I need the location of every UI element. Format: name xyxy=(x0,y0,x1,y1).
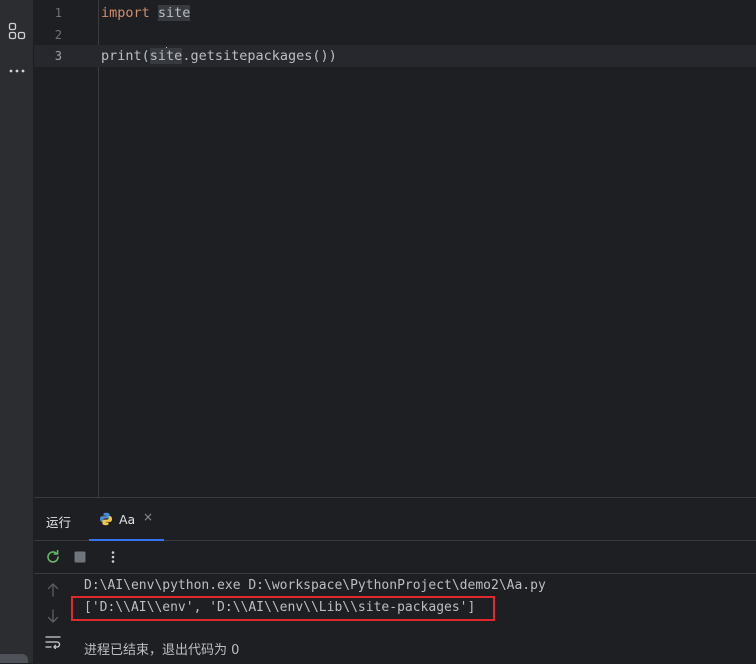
run-tabbar: 运行 Aa × xyxy=(34,498,756,541)
vertical-more-icon xyxy=(111,551,115,563)
method-call: .getsitepackages()) xyxy=(182,48,337,64)
print-call: print( xyxy=(101,48,150,64)
arrow-up-icon xyxy=(47,583,59,597)
run-panel-title: 运行 xyxy=(46,515,72,530)
bottom-tool-button[interactable] xyxy=(0,654,28,663)
rerun-button[interactable] xyxy=(44,548,62,566)
more-options-button[interactable] xyxy=(104,548,122,566)
close-icon[interactable]: × xyxy=(143,510,153,524)
code-text: import site xyxy=(101,2,191,24)
more-icon[interactable] xyxy=(0,62,33,80)
run-panel: 运行 Aa × D:\AI\env\python.exe D:\workspac… xyxy=(34,497,756,664)
console-exit-message: 进程已结束，退出代码为 0 xyxy=(84,643,240,658)
arrow-down-icon xyxy=(47,609,59,623)
identifier-highlight-b: te xyxy=(166,48,183,64)
soft-wrap-icon xyxy=(45,636,61,649)
left-tool-strip xyxy=(0,0,34,663)
python-icon xyxy=(100,512,112,526)
scroll-down-button[interactable] xyxy=(43,606,63,626)
gutter-divider xyxy=(98,0,99,497)
identifier-highlight-a: si xyxy=(149,48,167,64)
code-line-3[interactable]: 3 print(site.getsitepackages()) xyxy=(34,45,756,67)
run-tab-label: Aa xyxy=(119,512,136,527)
module-name: site xyxy=(150,5,191,21)
line-number: 2 xyxy=(54,28,62,42)
run-tab-aa[interactable]: Aa × xyxy=(89,498,164,541)
console-output[interactable]: D:\AI\env\python.exe D:\workspace\Python… xyxy=(71,574,756,664)
highlight-box xyxy=(71,596,495,621)
stop-button[interactable] xyxy=(71,548,89,566)
code-text: print(site.getsitepackages()) xyxy=(101,45,337,67)
scroll-up-button[interactable] xyxy=(43,580,63,600)
code-line-1[interactable]: 1 import site xyxy=(34,2,756,24)
soft-wrap-button[interactable] xyxy=(43,632,63,652)
console-side-tools xyxy=(34,574,72,664)
code-editor[interactable]: 1 import site 2 3 print(site.getsitepack… xyxy=(34,0,756,497)
line-number: 1 xyxy=(54,6,62,20)
stop-icon xyxy=(74,551,86,563)
structure-icon[interactable] xyxy=(0,22,33,40)
code-line-2[interactable]: 2 xyxy=(34,24,756,46)
module-name-highlight: site xyxy=(157,5,191,21)
run-toolbar xyxy=(34,541,756,574)
keyword-import: import xyxy=(101,5,150,21)
console-command-line: D:\AI\env\python.exe D:\workspace\Python… xyxy=(84,578,546,593)
line-number: 3 xyxy=(54,49,62,63)
rerun-icon xyxy=(47,549,59,563)
